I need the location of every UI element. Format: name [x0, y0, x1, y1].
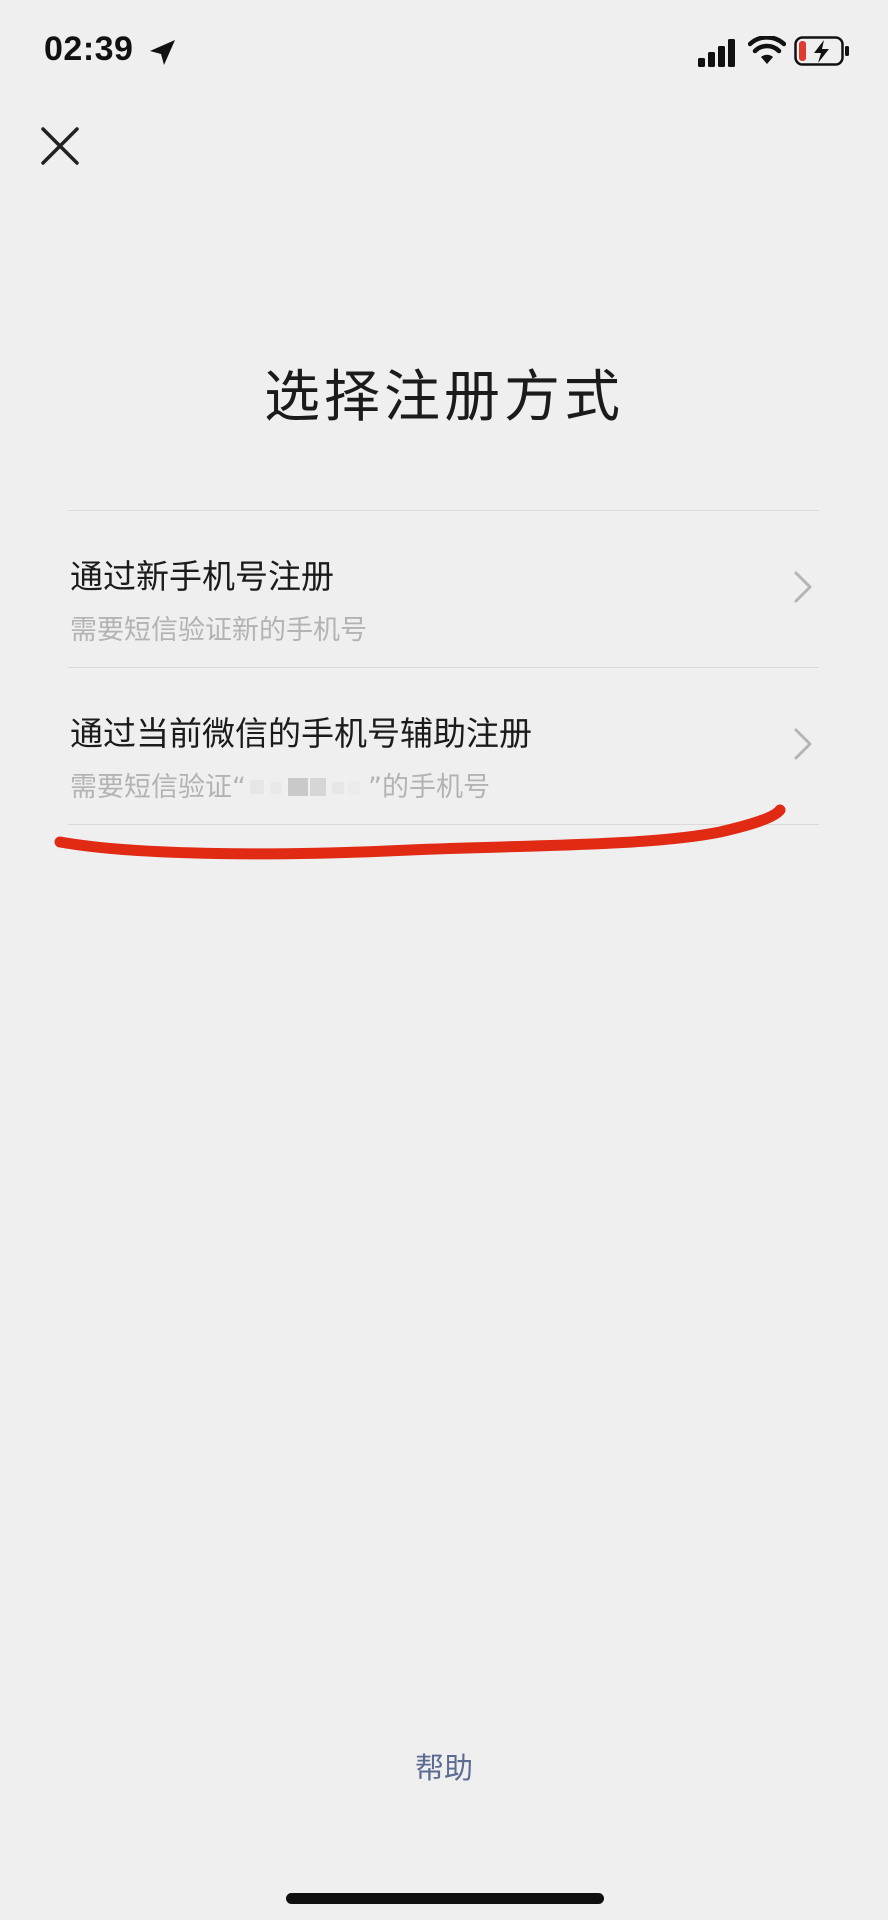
close-icon[interactable] — [38, 124, 82, 168]
home-indicator[interactable] — [286, 1893, 604, 1904]
help-link[interactable]: 帮助 — [0, 1745, 888, 1787]
subtitle-suffix: ”的手机号 — [368, 772, 490, 803]
divider — [68, 667, 819, 668]
option-title: 通过新手机号注册 — [70, 557, 334, 596]
divider — [68, 510, 819, 511]
option-subtitle: 需要短信验证新的手机号 — [70, 615, 367, 646]
chevron-right-icon — [794, 571, 812, 603]
option-new-phone[interactable]: 通过新手机号注册 需要短信验证新的手机号 — [68, 512, 819, 668]
battery-charging-icon — [794, 36, 849, 66]
red-underline-annotation — [54, 804, 786, 860]
status-time: 02:39 — [44, 30, 134, 68]
chevron-right-icon — [794, 728, 812, 760]
option-subtitle: 需要短信验证“ ”的手机号 — [70, 765, 490, 804]
option-title: 通过当前微信的手机号辅助注册 — [70, 714, 532, 753]
wifi-icon — [748, 36, 786, 64]
location-arrow-icon — [150, 40, 175, 65]
page-title: 选择注册方式 — [264, 365, 624, 430]
status-bar: 02:39 — [0, 0, 888, 108]
signal-icon — [698, 39, 735, 67]
redacted-phone-number — [250, 777, 360, 796]
subtitle-prefix: 需要短信验证“ — [70, 772, 246, 803]
